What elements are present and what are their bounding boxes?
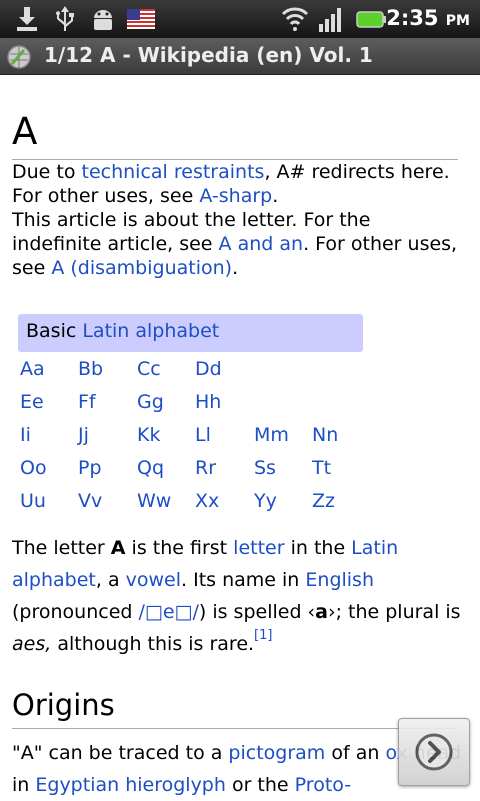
article-title: A <box>12 110 38 153</box>
usb-icon <box>56 6 74 31</box>
intro-paragraph: The letter A is the first letter in the … <box>12 537 461 655</box>
alphabet-box-header: Basic Latin alphabet <box>18 314 363 352</box>
letter-link[interactable]: Xx <box>195 490 219 512</box>
next-article-button[interactable] <box>398 718 470 786</box>
letter-link[interactable]: Aa <box>20 358 45 380</box>
chevron-right-icon <box>415 733 453 771</box>
link-latin-alphabet-box[interactable]: Latin alphabet <box>82 320 219 342</box>
letter-link[interactable]: Oo <box>20 457 47 479</box>
letter-link[interactable]: Qq <box>137 457 164 479</box>
link-technical-restraints[interactable]: technical restraints <box>82 161 265 183</box>
letter-link[interactable]: Pp <box>78 457 102 479</box>
reference-link[interactable]: [1] <box>254 628 272 643</box>
letter-link[interactable]: Ss <box>254 457 276 479</box>
section-divider <box>12 728 458 729</box>
link-ipa-pronunciation[interactable]: /□e□/ <box>138 601 198 623</box>
wikipedia-globe-icon <box>7 45 31 69</box>
letter-link[interactable]: Ll <box>195 424 211 446</box>
letter-link[interactable]: Bb <box>78 358 103 380</box>
hatnote: Due to technical restraints, A# redirect… <box>12 161 458 279</box>
letter-link[interactable]: Ff <box>78 391 96 413</box>
wifi-icon <box>281 7 309 31</box>
letter-link[interactable]: Tt <box>312 457 331 479</box>
letter-link[interactable]: Kk <box>137 424 160 446</box>
letter-link[interactable]: Gg <box>137 391 164 413</box>
letter-link[interactable]: Jj <box>78 424 89 446</box>
link-proto[interactable]: Proto- <box>295 774 351 796</box>
title-bar: 1/12 A - Wikipedia (en) Vol. 1 <box>0 38 480 75</box>
letter-link[interactable]: Uu <box>20 490 46 512</box>
link-egyptian-hieroglyph[interactable]: Egyptian hieroglyph <box>35 774 226 796</box>
letter-link[interactable]: Hh <box>195 391 221 413</box>
battery-icon <box>356 11 386 28</box>
us-flag-icon <box>127 9 155 29</box>
letter-link[interactable]: Dd <box>195 358 222 380</box>
link-vowel[interactable]: vowel <box>126 569 181 591</box>
link-letter[interactable]: letter <box>233 537 284 559</box>
letter-link[interactable]: Rr <box>195 457 216 479</box>
signal-icon <box>319 8 341 32</box>
letter-link[interactable]: Mm <box>254 424 289 446</box>
letter-link[interactable]: Ww <box>137 490 171 512</box>
letter-link[interactable]: Yy <box>254 490 277 512</box>
letter-link[interactable]: Cc <box>137 358 161 380</box>
letter-link[interactable]: Vv <box>78 490 102 512</box>
link-a-sharp[interactable]: A-sharp <box>199 185 272 207</box>
letter-link[interactable]: Ii <box>20 424 31 446</box>
link-a-and-an[interactable]: A and an <box>219 233 304 255</box>
section-heading-origins: Origins <box>12 688 115 722</box>
status-time: 2:35 PM <box>386 6 470 30</box>
android-debug-icon <box>94 10 112 30</box>
link-english[interactable]: English <box>305 569 374 591</box>
letter-link[interactable]: Nn <box>312 424 338 446</box>
letter-link[interactable]: Ee <box>20 391 44 413</box>
window-title: 1/12 A - Wikipedia (en) Vol. 1 <box>44 43 373 67</box>
letter-link[interactable]: Zz <box>312 490 335 512</box>
link-a-disambiguation[interactable]: A (disambiguation) <box>51 257 232 279</box>
link-pictogram[interactable]: pictogram <box>228 742 325 764</box>
download-icon <box>17 7 37 31</box>
status-bar: 2:35 PM <box>0 0 480 38</box>
